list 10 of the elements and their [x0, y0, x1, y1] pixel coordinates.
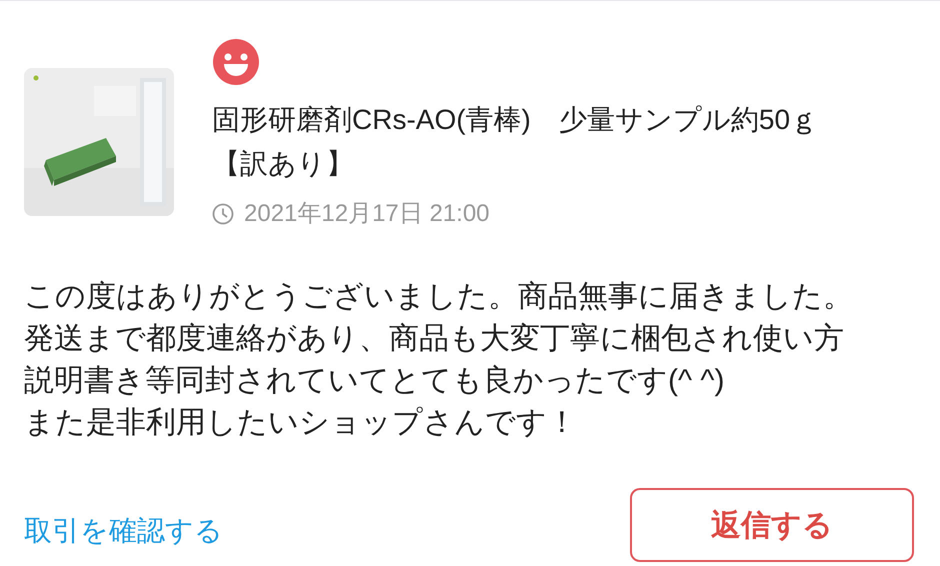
smiley-face-icon — [212, 38, 260, 86]
comment-line: この度はありがとうございました。商品無事に届きました。 — [24, 279, 853, 315]
reply-button[interactable]: 返信する — [630, 488, 914, 562]
clock-icon — [212, 203, 234, 225]
item-title[interactable]: 固形研磨剤CRs-AO(青棒) 少量サンプル約50ｇ【訳あり】 — [212, 98, 824, 186]
view-transaction-link[interactable]: 取引を確認する — [24, 510, 223, 552]
comment-line: 発送まで都度連絡があり、商品も大変丁寧に梱包され使い方 — [24, 321, 844, 357]
comment-line: 説明書き等同封されていてとても良かったです(^ ^) — [24, 363, 724, 399]
review-date: 2021年12月17日 21:00 — [244, 199, 490, 229]
comment-line: また是非利用したいショップさんです！ — [24, 405, 577, 441]
